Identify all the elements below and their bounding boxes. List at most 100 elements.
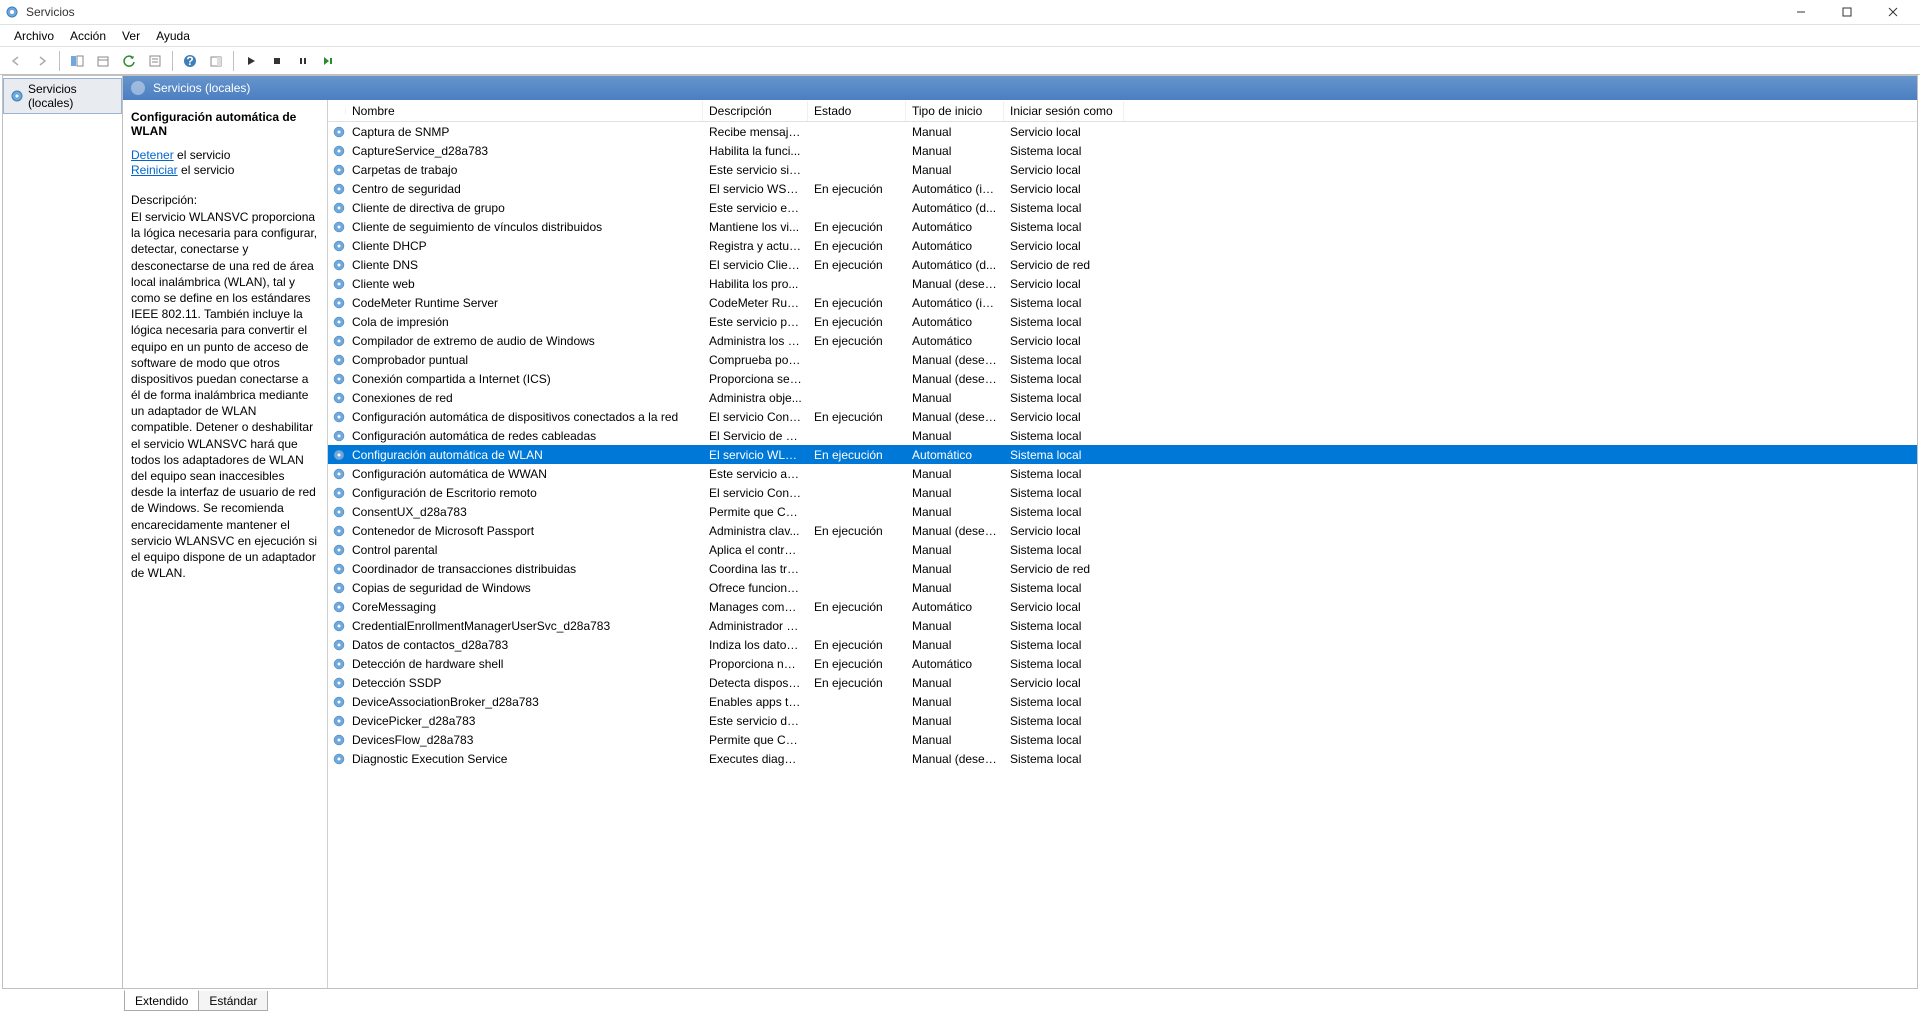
- cell-tipo: Manual: [906, 714, 1004, 728]
- pause-service-button[interactable]: [291, 49, 315, 73]
- service-row[interactable]: Cliente DHCPRegistra y actua...En ejecuc…: [328, 236, 1917, 255]
- cell-logon: Servicio local: [1004, 182, 1124, 196]
- service-row[interactable]: DevicesFlow_d28a783Permite que Co...Manu…: [328, 730, 1917, 749]
- cell-nombre: Conexiones de red: [346, 391, 703, 405]
- cell-logon: Sistema local: [1004, 695, 1124, 709]
- cell-descripcion: El servicio WSCS...: [703, 182, 808, 196]
- maximize-button[interactable]: [1824, 0, 1870, 25]
- stop-service-button[interactable]: [265, 49, 289, 73]
- cell-descripcion: Permite que Co...: [703, 733, 808, 747]
- forward-button[interactable]: [30, 49, 54, 73]
- cell-tipo: Manual: [906, 486, 1004, 500]
- show-hide-tree-button[interactable]: [65, 49, 89, 73]
- col-descripcion[interactable]: Descripción: [703, 101, 808, 121]
- service-row[interactable]: Comprobador puntualComprueba pos...Manua…: [328, 350, 1917, 369]
- menu-ayuda[interactable]: Ayuda: [148, 27, 198, 45]
- cell-tipo: Manual (desen...: [906, 353, 1004, 367]
- stop-link[interactable]: Detener: [131, 148, 174, 162]
- service-row[interactable]: Diagnostic Execution ServiceExecutes dia…: [328, 749, 1917, 768]
- service-row[interactable]: Datos de contactos_d28a783Indiza los dat…: [328, 635, 1917, 654]
- service-gear-icon: [328, 201, 346, 215]
- cell-nombre: Control parental: [346, 543, 703, 557]
- service-row[interactable]: Configuración de Escritorio remotoEl ser…: [328, 483, 1917, 502]
- service-row[interactable]: Configuración automática de WWANEste ser…: [328, 464, 1917, 483]
- service-row[interactable]: Carpetas de trabajoEste servicio sin...M…: [328, 160, 1917, 179]
- service-row[interactable]: Configuración automática de WLANEl servi…: [328, 445, 1917, 464]
- cell-logon: Servicio local: [1004, 410, 1124, 424]
- tab-estandar[interactable]: Estándar: [198, 991, 268, 1011]
- export-list-button[interactable]: [91, 49, 115, 73]
- cell-tipo: Automático: [906, 448, 1004, 462]
- service-row[interactable]: Centro de seguridadEl servicio WSCS...En…: [328, 179, 1917, 198]
- cell-tipo: Manual: [906, 733, 1004, 747]
- list-body: Captura de SNMPRecibe mensaje...ManualSe…: [328, 122, 1917, 768]
- tab-extendido[interactable]: Extendido: [124, 990, 199, 1011]
- cell-tipo: Manual: [906, 581, 1004, 595]
- cell-nombre: Detección SSDP: [346, 676, 703, 690]
- menu-ver[interactable]: Ver: [114, 27, 148, 45]
- svg-text:?: ?: [186, 54, 193, 68]
- cell-estado: En ejecución: [808, 258, 906, 272]
- restart-service-button[interactable]: [317, 49, 341, 73]
- service-gear-icon: [328, 695, 346, 709]
- service-row[interactable]: Cliente webHabilita los pro...Manual (de…: [328, 274, 1917, 293]
- properties-button[interactable]: [143, 49, 167, 73]
- cell-descripcion: Registra y actua...: [703, 239, 808, 253]
- service-row[interactable]: DevicePicker_d28a783Este servicio de ...…: [328, 711, 1917, 730]
- service-row[interactable]: Conexión compartida a Internet (ICS)Prop…: [328, 369, 1917, 388]
- service-row[interactable]: CoreMessagingManages comm...En ejecución…: [328, 597, 1917, 616]
- col-estado[interactable]: Estado: [808, 101, 906, 121]
- cell-tipo: Automático: [906, 220, 1004, 234]
- service-row[interactable]: Cliente DNSEl servicio Client...En ejecu…: [328, 255, 1917, 274]
- cell-logon: Servicio local: [1004, 524, 1124, 538]
- cell-nombre: Conexión compartida a Internet (ICS): [346, 372, 703, 386]
- service-row[interactable]: Cliente de directiva de grupoEste servic…: [328, 198, 1917, 217]
- service-row[interactable]: CodeMeter Runtime ServerCodeMeter Run...…: [328, 293, 1917, 312]
- restart-link[interactable]: Reiniciar: [131, 163, 178, 177]
- cell-descripcion: Administrador d...: [703, 619, 808, 633]
- service-row[interactable]: Detección SSDPDetecta disposit...En ejec…: [328, 673, 1917, 692]
- minimize-button[interactable]: [1778, 0, 1824, 25]
- service-row[interactable]: Control parentalAplica el control...Manu…: [328, 540, 1917, 559]
- show-hide-action-pane-button[interactable]: [204, 49, 228, 73]
- service-row[interactable]: Captura de SNMPRecibe mensaje...ManualSe…: [328, 122, 1917, 141]
- cell-logon: Servicio local: [1004, 676, 1124, 690]
- service-row[interactable]: Compilador de extremo de audio de Window…: [328, 331, 1917, 350]
- service-row[interactable]: Conexiones de redAdministra obje...Manua…: [328, 388, 1917, 407]
- service-row[interactable]: Cliente de seguimiento de vínculos distr…: [328, 217, 1917, 236]
- service-action-links: Detener el servicio Reiniciar el servici…: [131, 148, 319, 177]
- details-pane: Configuración automática de WLAN Detener…: [123, 100, 328, 988]
- service-row[interactable]: CaptureService_d28a783Habilita la funci.…: [328, 141, 1917, 160]
- service-row[interactable]: Contenedor de Microsoft PassportAdminist…: [328, 521, 1917, 540]
- service-gear-icon: [328, 277, 346, 291]
- service-row[interactable]: CredentialEnrollmentManagerUserSvc_d28a7…: [328, 616, 1917, 635]
- col-tipo-inicio[interactable]: Tipo de inicio: [906, 101, 1004, 121]
- col-iniciar-sesion[interactable]: Iniciar sesión como: [1004, 101, 1124, 121]
- back-button[interactable]: [4, 49, 28, 73]
- col-nombre[interactable]: Nombre: [346, 101, 703, 121]
- service-row[interactable]: Detección de hardware shellProporciona n…: [328, 654, 1917, 673]
- cell-nombre: ConsentUX_d28a783: [346, 505, 703, 519]
- content-header-label: Servicios (locales): [153, 81, 250, 95]
- service-row[interactable]: Coordinador de transacciones distribuida…: [328, 559, 1917, 578]
- cell-tipo: Automático (in...: [906, 296, 1004, 310]
- service-row[interactable]: Configuración automática de redes cablea…: [328, 426, 1917, 445]
- close-button[interactable]: [1870, 0, 1916, 25]
- cell-descripcion: Este servicio es r...: [703, 201, 808, 215]
- refresh-button[interactable]: [117, 49, 141, 73]
- cell-estado: En ejecución: [808, 220, 906, 234]
- menu-accion[interactable]: Acción: [62, 27, 114, 45]
- list-pane[interactable]: Nombre Descripción Estado Tipo de inicio…: [328, 100, 1917, 988]
- service-row[interactable]: Cola de impresiónEste servicio po...En e…: [328, 312, 1917, 331]
- start-service-button[interactable]: [239, 49, 263, 73]
- service-row[interactable]: Copias de seguridad de WindowsOfrece fun…: [328, 578, 1917, 597]
- cell-tipo: Automático: [906, 334, 1004, 348]
- col-icon[interactable]: [328, 108, 346, 114]
- service-row[interactable]: Configuración automática de dispositivos…: [328, 407, 1917, 426]
- cell-nombre: Configuración automática de dispositivos…: [346, 410, 703, 424]
- service-row[interactable]: ConsentUX_d28a783Permite que Co...Manual…: [328, 502, 1917, 521]
- menu-archivo[interactable]: Archivo: [6, 27, 62, 45]
- help-button[interactable]: ?: [178, 49, 202, 73]
- tree-root-services[interactable]: Servicios (locales): [3, 78, 122, 114]
- service-row[interactable]: DeviceAssociationBroker_d28a783Enables a…: [328, 692, 1917, 711]
